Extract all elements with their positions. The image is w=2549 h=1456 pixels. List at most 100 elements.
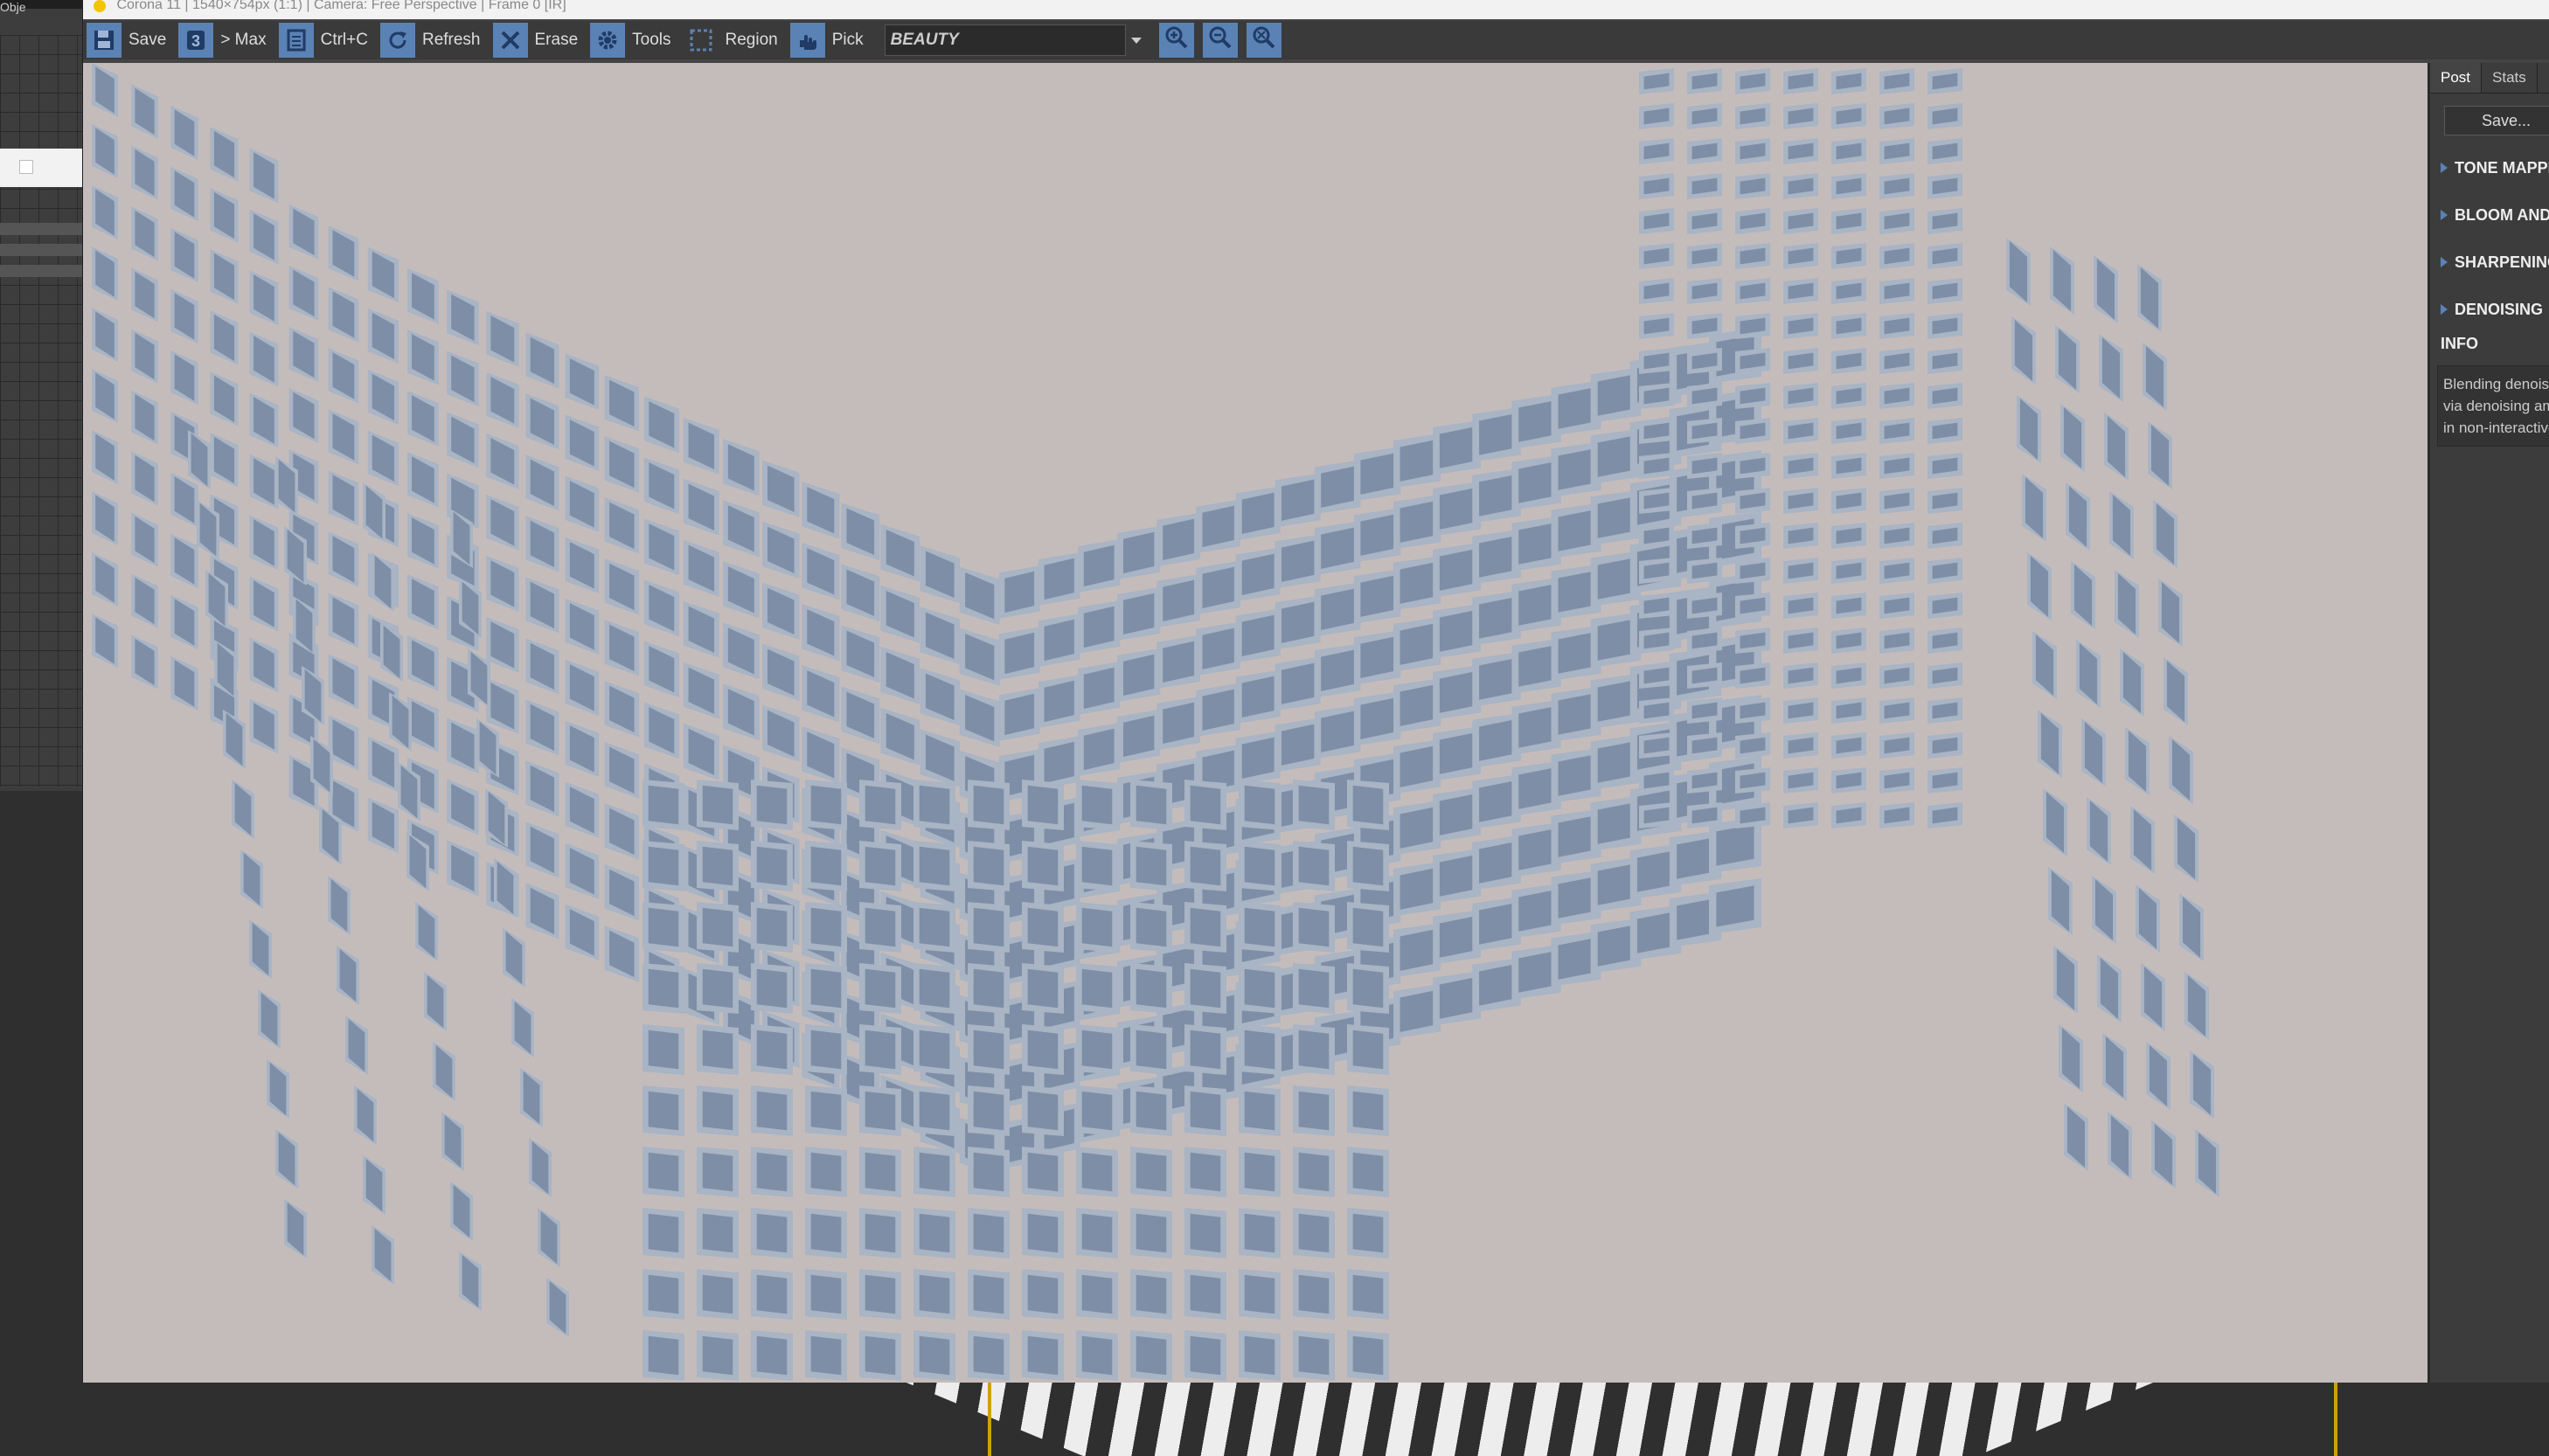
facade-window xyxy=(2050,246,2074,315)
facade-window xyxy=(249,698,279,754)
rollout-bloom-glare[interactable]: BLOOM AND GLARE xyxy=(2430,200,2549,230)
facade-window xyxy=(1117,525,1161,579)
facade-window xyxy=(170,166,198,222)
refresh-label: Refresh xyxy=(421,31,481,49)
window-titlebar[interactable]: Corona 11 | 1540×754px (1:1) | Camera: F… xyxy=(83,0,2549,19)
facade-window xyxy=(525,454,559,511)
pick-button[interactable]: Pick xyxy=(789,23,872,58)
facade-window xyxy=(2081,718,2106,787)
facade-window xyxy=(1709,878,1761,934)
facade-window xyxy=(367,736,399,793)
facade-window xyxy=(1076,1147,1118,1197)
facade-window xyxy=(210,371,239,426)
background-grid xyxy=(0,35,82,787)
facade-window xyxy=(697,1147,739,1197)
facade-window xyxy=(2174,815,2198,883)
facade-window xyxy=(1735,138,1770,164)
facade-window xyxy=(1831,697,1866,724)
facade-window xyxy=(1639,103,1674,129)
facade-window xyxy=(1927,627,1962,654)
facade-window xyxy=(751,1208,793,1258)
zoom-out-button[interactable] xyxy=(1202,23,1238,58)
facade-window xyxy=(1831,802,1866,829)
facade-window xyxy=(1274,595,1321,650)
facade-window xyxy=(1831,488,1866,514)
facade-window xyxy=(1274,656,1321,711)
facade-window xyxy=(441,1112,464,1171)
facade-window xyxy=(697,841,739,891)
facade-window xyxy=(525,822,559,878)
tools-button[interactable]: Tools xyxy=(590,23,679,58)
facade-window xyxy=(1347,780,1389,830)
save-button[interactable]: Save xyxy=(87,23,175,58)
region-button[interactable]: Region xyxy=(683,23,787,58)
facade-window xyxy=(1879,732,1914,759)
facade-window xyxy=(2136,884,2160,953)
facade-window xyxy=(1196,683,1240,738)
facade-window xyxy=(1735,627,1770,654)
info-box: Blending denoising via denoising amount … xyxy=(2437,365,2549,447)
rollout-denoising[interactable]: DENOISING xyxy=(2430,295,2549,324)
facade-window xyxy=(1927,767,1962,794)
facade-window xyxy=(1239,780,1281,830)
facade-window xyxy=(354,1085,377,1145)
copy-button[interactable]: Ctrl+C xyxy=(278,23,377,58)
background-checkbox xyxy=(19,160,33,174)
facade-window xyxy=(131,329,158,384)
facade-window xyxy=(998,565,1040,619)
facade-window xyxy=(642,1269,684,1320)
facade-window xyxy=(1078,538,1121,593)
facade-window xyxy=(170,533,198,589)
facade-window xyxy=(1687,243,1722,269)
tab-stats[interactable]: Stats xyxy=(2482,63,2538,93)
facade-window xyxy=(525,699,559,756)
facade-window xyxy=(1927,383,1962,409)
facade-window xyxy=(92,369,118,423)
facade-window xyxy=(1639,488,1674,514)
refresh-button[interactable]: Refresh xyxy=(379,23,490,58)
rollout-sharpening[interactable]: SHARPENING/BLURRING xyxy=(2430,247,2549,277)
erase-button[interactable]: Erase xyxy=(492,23,587,58)
facade-window xyxy=(604,742,640,799)
facade-window xyxy=(1184,841,1226,891)
facade-window xyxy=(363,482,385,542)
facade-window xyxy=(1687,732,1722,759)
facade-window xyxy=(1783,662,1818,689)
facade-window xyxy=(1687,593,1722,619)
facade-window xyxy=(751,902,793,953)
render-viewport[interactable] xyxy=(83,63,2427,1383)
to-max-button[interactable]: 3 > Max xyxy=(178,23,274,58)
facade-window xyxy=(1293,902,1335,953)
facade-window xyxy=(604,558,640,615)
facade-window xyxy=(1314,582,1361,637)
facade-window xyxy=(1239,841,1281,891)
facade-window xyxy=(284,1199,307,1258)
facade-window xyxy=(345,1016,368,1075)
rollout-tone-mapping[interactable]: TONE MAPPING xyxy=(2430,153,2549,183)
facade-window xyxy=(751,1147,793,1197)
zoom-in-button[interactable] xyxy=(1158,23,1194,58)
facade-window xyxy=(1022,963,1064,1014)
facade-window xyxy=(1639,593,1674,619)
facade-window xyxy=(249,392,279,448)
chevron-down-icon[interactable] xyxy=(1125,25,1148,55)
facade-window xyxy=(1687,767,1722,794)
facade-window xyxy=(604,497,640,554)
facade-window xyxy=(1184,1147,1226,1197)
render-channel-select[interactable]: BEAUTY xyxy=(884,24,1142,56)
facade-window xyxy=(642,963,684,1014)
zoom-fit-button[interactable] xyxy=(1246,23,1281,58)
facade-window xyxy=(565,598,600,655)
facade-window xyxy=(1347,1208,1389,1258)
facade-window xyxy=(1639,732,1674,759)
tab-post[interactable]: Post xyxy=(2430,63,2483,93)
post-save-button[interactable]: Save... xyxy=(2444,106,2549,135)
facade-window xyxy=(1735,558,1770,584)
facade-window xyxy=(486,555,519,612)
facade-window xyxy=(1117,648,1161,702)
facade-window xyxy=(880,646,920,704)
facade-window xyxy=(1927,68,1962,94)
facade-window xyxy=(565,659,600,717)
facade-window xyxy=(998,627,1040,680)
facade-window xyxy=(1235,547,1281,602)
